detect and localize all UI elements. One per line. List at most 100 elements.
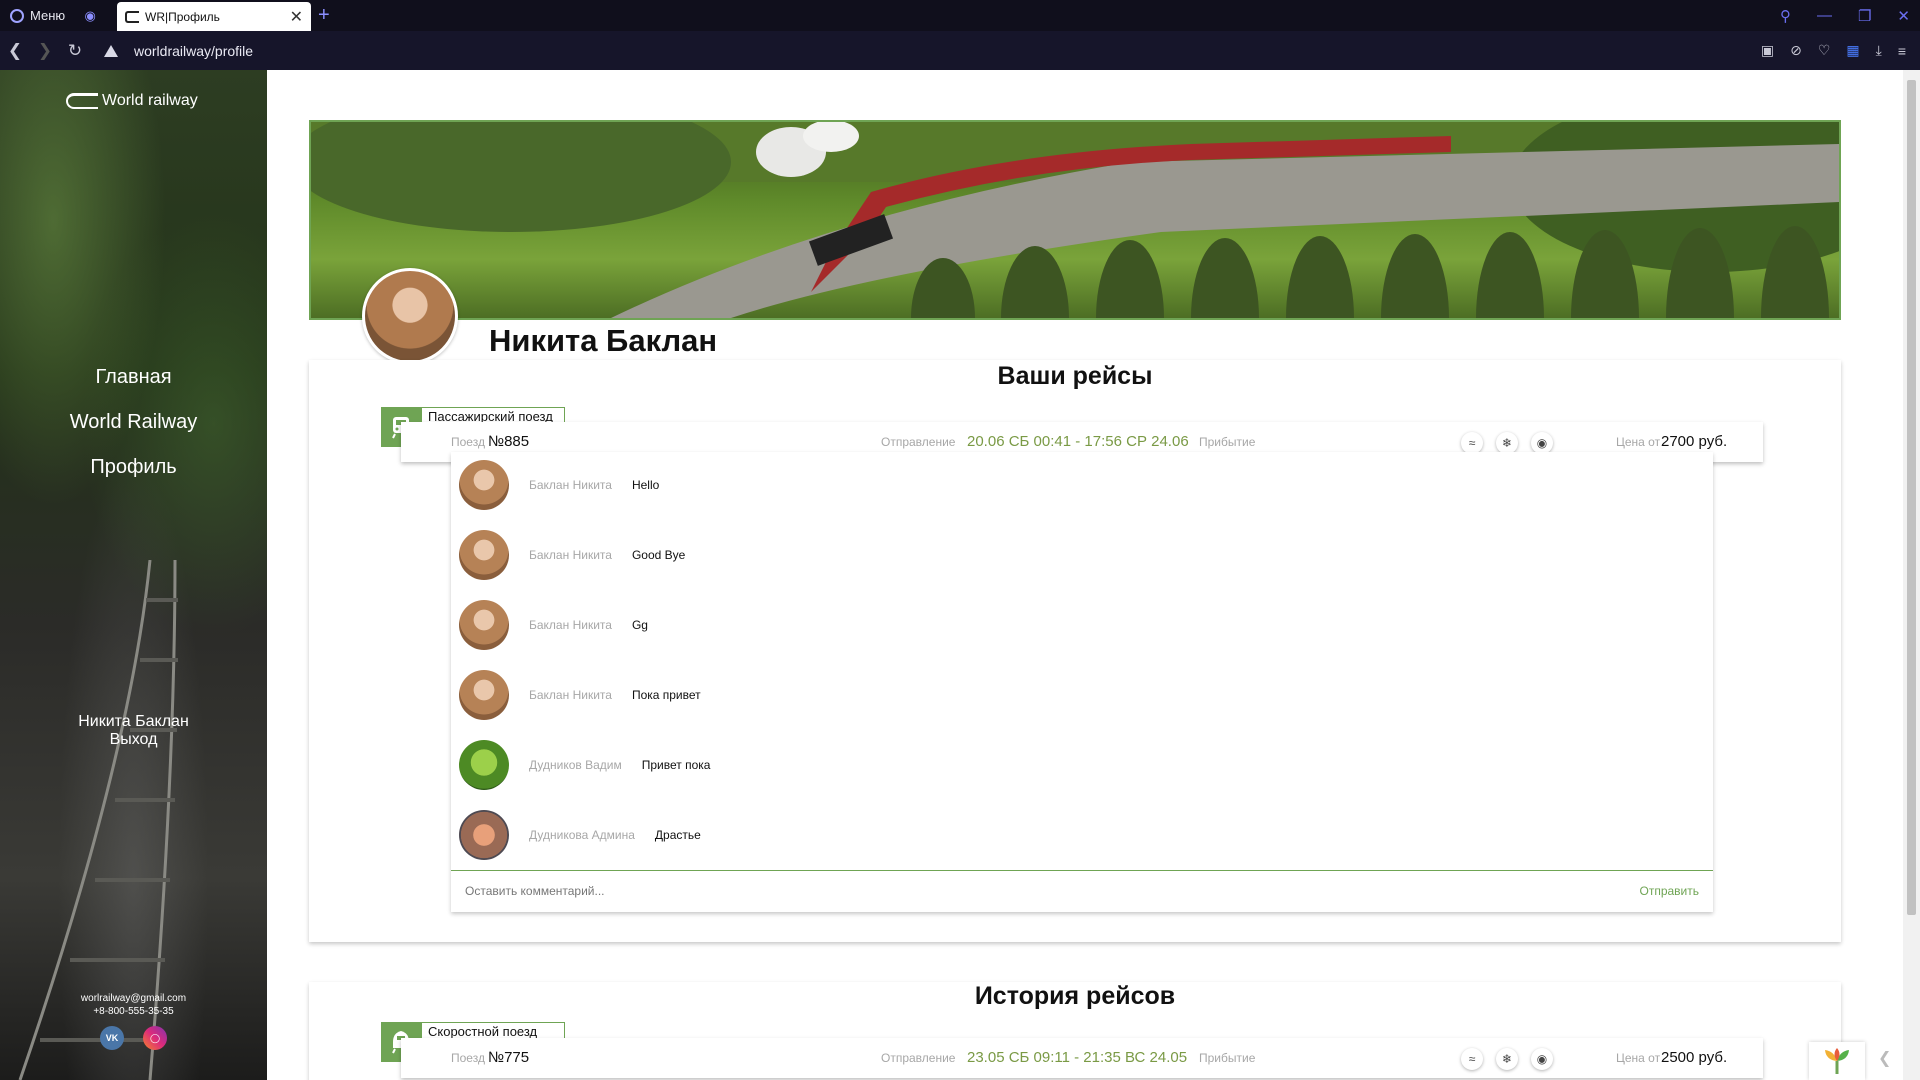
comment-avatar[interactable] xyxy=(459,530,509,580)
comment-author[interactable]: Дудников Вадим xyxy=(529,758,622,772)
profile-avatar[interactable] xyxy=(362,268,458,364)
comment-form: Отправить xyxy=(451,870,1713,912)
viaduct-train-illustration xyxy=(311,122,1839,318)
translate-icon[interactable]: ▦ xyxy=(1846,42,1859,59)
current-trips-card: Ваши рейсы Пассажирский поезд Поезд №885… xyxy=(309,360,1841,942)
comment-author[interactable]: Баклан Никита xyxy=(529,548,612,562)
yandex-widget-button[interactable] xyxy=(1809,1042,1865,1080)
comment-text: Пока привет xyxy=(631,688,701,702)
comment-text: Драстье xyxy=(654,828,701,842)
browser-menu-label: Меню xyxy=(30,8,66,23)
instagram-icon[interactable]: ◯ xyxy=(143,1026,167,1050)
sidebar-item-home[interactable]: Главная xyxy=(0,355,267,400)
social-links: VK ◯ xyxy=(100,1026,167,1050)
comment-text: Good Bye xyxy=(631,548,686,562)
page-scrollbar[interactable] xyxy=(1903,70,1920,1080)
train-number: №775 xyxy=(488,1049,530,1066)
comment-author[interactable]: Баклан Никита xyxy=(529,688,612,702)
main-content: Никита Баклан Ваши рейсы Пассажирский по… xyxy=(267,70,1920,1080)
site-logo-text: World railway xyxy=(102,92,198,109)
browser-address-bar: ❮ ❯ ↻ worldrailway/profile ▣ ⊘ ♡ ▦ ⤓ ≡ xyxy=(0,31,1920,70)
browser-menu-button[interactable]: Меню xyxy=(0,0,75,31)
contact-phone: +8-800-555-35-35 xyxy=(93,1006,174,1017)
comment-avatar[interactable] xyxy=(459,600,509,650)
restore-icon[interactable]: ❐ xyxy=(1858,7,1871,25)
trip-row[interactable]: Поезд №775 Отправление 23.05 СБ 09:11 - … xyxy=(401,1038,1763,1078)
vk-icon[interactable]: VK xyxy=(100,1026,124,1050)
trip-history-card: История рейсов Скоростной поезд Поезд №7… xyxy=(309,982,1841,1080)
comment-avatar[interactable] xyxy=(459,810,509,860)
comment-text: Hello xyxy=(631,478,660,492)
logout-link[interactable]: Выход xyxy=(0,731,267,749)
easy-setup-icon[interactable]: ≡ xyxy=(1898,43,1906,59)
sidebar-user-block: Никита Баклан Выход xyxy=(0,713,267,749)
comment-text: Gg xyxy=(631,618,648,632)
scrollbar-thumb[interactable] xyxy=(1907,80,1916,915)
comment-author[interactable]: Баклан Никита xyxy=(529,618,612,632)
comment-item: Баклан Никита Gg xyxy=(459,600,648,650)
comment-text: Привет пока xyxy=(641,758,711,772)
sidebar-item-world-railway[interactable]: World Railway xyxy=(0,400,267,445)
yandex-widget-icon xyxy=(1825,1048,1849,1074)
browser-toolbar: ▣ ⊘ ♡ ▦ ⤓ ≡ xyxy=(1761,31,1906,70)
comment-author[interactable]: Дудникова Админа xyxy=(529,828,635,842)
sidebar-nav: Главная World Railway Профиль xyxy=(0,355,267,490)
gamepad-icon[interactable]: ◉ xyxy=(75,0,105,31)
comment-input[interactable] xyxy=(465,871,1365,911)
pet-icon: ◉ xyxy=(1531,1048,1553,1070)
comment-item: Баклан Никита Пока привет xyxy=(459,670,701,720)
comment-avatar[interactable] xyxy=(459,670,509,720)
contact-email[interactable]: worlrailway@gmail.com xyxy=(0,992,267,1005)
arrival-caption: Прибытие xyxy=(1199,1051,1256,1065)
tab-title: WR|Профиль xyxy=(145,9,220,24)
wifi-icon: ≈ xyxy=(1461,1048,1483,1070)
back-icon[interactable]: ❮ xyxy=(0,41,30,61)
comment-avatar[interactable] xyxy=(459,740,509,790)
search-tabs-icon[interactable]: ⚲ xyxy=(1780,7,1791,25)
adblock-icon[interactable]: ⊘ xyxy=(1790,42,1802,59)
heart-icon[interactable]: ♡ xyxy=(1818,42,1831,59)
train-logo-icon xyxy=(66,93,98,109)
snowflake-icon: ❄ xyxy=(1496,1048,1518,1070)
forward-icon[interactable]: ❯ xyxy=(30,41,60,61)
train-number-caption: Поезд xyxy=(451,1051,485,1065)
download-icon[interactable]: ⤓ xyxy=(1876,42,1882,59)
collapse-arrow-icon[interactable]: ❮ xyxy=(1878,1048,1891,1068)
opera-logo-icon xyxy=(10,8,24,23)
snowflake-icon: ❄ xyxy=(1496,432,1518,454)
comment-item: Дудников Вадим Привет пока xyxy=(459,740,710,790)
window-close-icon[interactable]: ✕ xyxy=(1897,7,1910,25)
sidebar-item-profile[interactable]: Профиль xyxy=(0,445,267,490)
comment-item: Баклан Никита Good Bye xyxy=(459,530,685,580)
profile-name: Никита Баклан xyxy=(489,323,718,358)
window-controls: ⚲ — ❐ ✕ xyxy=(1780,0,1910,31)
camera-icon[interactable]: ▣ xyxy=(1761,42,1774,59)
send-comment-button[interactable]: Отправить xyxy=(1639,871,1699,911)
sidebar: World railway Главная World Railway Проф… xyxy=(0,70,267,1080)
browser-tab-bar: Меню ◉ WR|Профиль ✕ + ⚲ — ❐ ✕ xyxy=(0,0,1920,31)
price-caption: Цена от xyxy=(1616,1051,1661,1065)
tab-close-icon[interactable]: ✕ xyxy=(290,7,303,27)
insecure-warning-icon[interactable] xyxy=(104,44,118,57)
reload-icon[interactable]: ↻ xyxy=(60,41,90,61)
site-logo[interactable]: World railway xyxy=(66,92,198,110)
trip-schedule: 23.05 СБ 09:11 - 21:35 ВС 24.05 xyxy=(967,1049,1188,1066)
comment-avatar[interactable] xyxy=(459,460,509,510)
new-tab-icon[interactable]: + xyxy=(318,4,330,27)
pet-icon: ◉ xyxy=(1531,432,1553,454)
wifi-icon: ≈ xyxy=(1461,432,1483,454)
departure-caption: Отправление xyxy=(881,1051,956,1065)
current-trips-title: Ваши рейсы xyxy=(997,362,1153,390)
profile-cover-image xyxy=(309,120,1841,320)
comment-item: Баклан Никита Hello xyxy=(459,460,659,510)
url-field[interactable]: worldrailway/profile xyxy=(134,43,253,59)
browser-tab-active[interactable]: WR|Профиль ✕ xyxy=(117,2,311,31)
sidebar-user-name[interactable]: Никита Баклан xyxy=(0,713,267,731)
trip-history-title: История рейсов xyxy=(974,982,1176,1010)
sidebar-contacts: worlrailway@gmail.com +8-800-555-35-35 xyxy=(0,992,267,1018)
site-favicon-icon xyxy=(125,10,139,23)
trip-price: 2500 руб. xyxy=(1661,1049,1728,1066)
comments-panel: Баклан Никита Hello Баклан Никита Good B… xyxy=(451,452,1713,912)
comment-author[interactable]: Баклан Никита xyxy=(529,478,612,492)
minimize-icon[interactable]: — xyxy=(1817,7,1832,24)
